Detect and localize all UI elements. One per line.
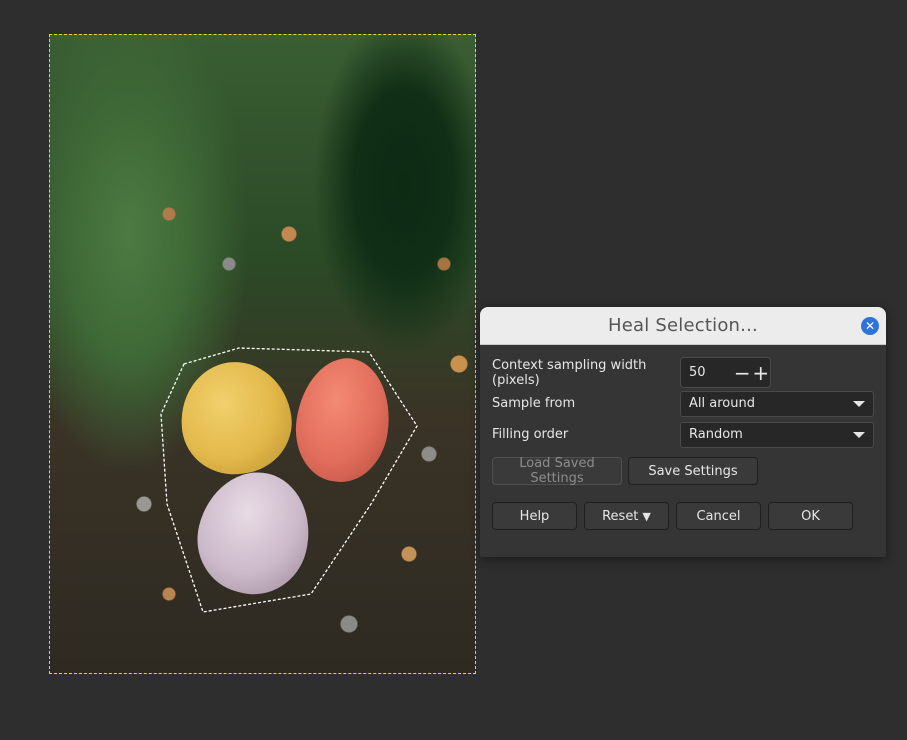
filling-order-select[interactable]: Random	[680, 421, 874, 448]
sample-from-row: Sample from All around	[492, 388, 874, 419]
sample-from-value: All around	[689, 396, 755, 411]
dropdown-caret-icon	[853, 400, 865, 407]
dialog-actions: Help Reset ▼ Cancel OK	[480, 502, 886, 530]
reset-label: Reset	[602, 508, 639, 524]
help-button[interactable]: Help	[492, 502, 577, 530]
sample-from-label: Sample from	[492, 396, 576, 411]
sample-from-select[interactable]: All around	[680, 390, 874, 417]
context-width-spinner[interactable]: − +	[680, 357, 771, 388]
reset-button[interactable]: Reset ▼	[584, 502, 669, 530]
chevron-down-icon: ▼	[642, 509, 651, 523]
save-settings-button[interactable]: Save Settings	[628, 457, 758, 485]
context-width-label: Context sampling width (pixels)	[492, 357, 647, 388]
dialog-body: Context sampling width (pixels) − + Samp…	[480, 345, 886, 486]
image-layer[interactable]	[49, 34, 476, 674]
plus-icon[interactable]: +	[752, 363, 771, 383]
dropdown-caret-icon	[853, 431, 865, 438]
context-width-input[interactable]	[681, 364, 733, 381]
ok-button[interactable]: OK	[768, 502, 853, 530]
dialog-title: Heal Selection...	[608, 315, 758, 336]
filling-order-label: Filling order	[492, 427, 569, 442]
heal-selection-dialog: Heal Selection... ✕ Context sampling wid…	[480, 307, 886, 557]
load-saved-settings-button[interactable]: Load Saved Settings	[492, 456, 622, 486]
settings-row: Load Saved Settings Save Settings	[492, 456, 874, 486]
context-width-row: Context sampling width (pixels) − +	[492, 357, 874, 388]
dialog-titlebar[interactable]: Heal Selection... ✕	[480, 307, 886, 345]
minus-icon[interactable]: −	[733, 363, 752, 383]
cancel-button[interactable]: Cancel	[676, 502, 761, 530]
close-icon[interactable]: ✕	[861, 317, 879, 335]
filling-order-row: Filling order Random	[492, 419, 874, 450]
filling-order-value: Random	[689, 427, 743, 442]
